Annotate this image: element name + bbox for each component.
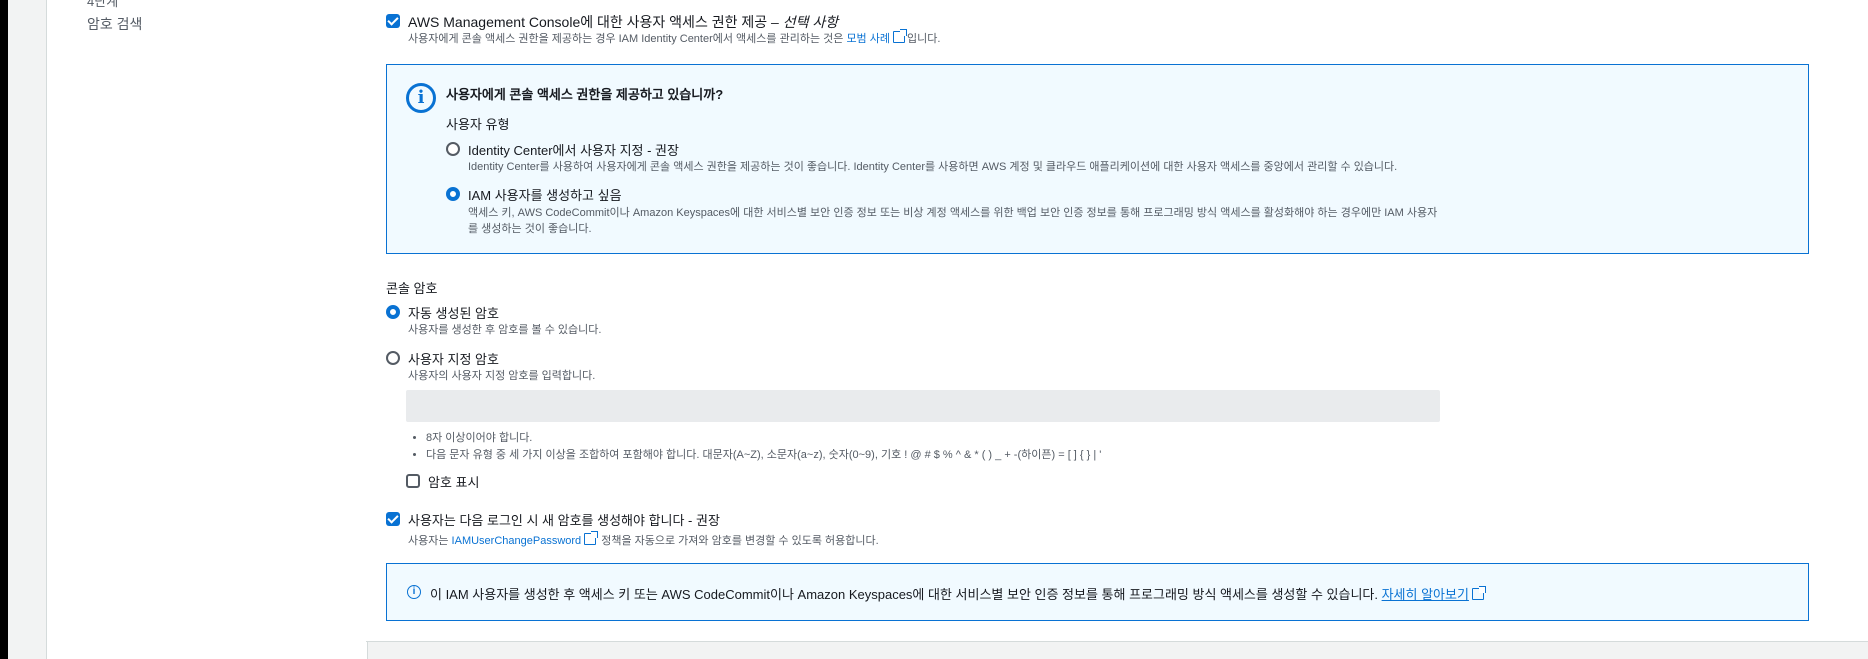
auto-password-desc: 사용자를 생성한 후 암호를 볼 수 있습니다. (408, 324, 602, 336)
window-edge (0, 0, 8, 659)
info-icon: i (406, 83, 436, 113)
external-link-icon (892, 29, 907, 43)
best-practice-link-text: 모범 사례 (846, 33, 890, 45)
password-rule: 다음 문자 유형 중 세 가지 이상을 조합하여 포함해야 합니다. 대문자(A… (426, 447, 1101, 464)
external-link-icon (1471, 586, 1486, 600)
custom-password-radio[interactable] (386, 351, 400, 365)
user-type-label: 사용자 유형 (446, 117, 510, 132)
learn-more-link[interactable]: 자세히 알아보기 (1381, 586, 1486, 602)
console-access-checkbox[interactable] (386, 14, 400, 28)
info-icon: i (407, 585, 421, 599)
iam-user-change-password-link-text: IAMUserChangePassword (451, 535, 582, 547)
iam-user-radio[interactable] (446, 187, 460, 201)
console-access-desc-post: 입니다. (906, 33, 941, 45)
console-access-desc-pre: 사용자에게 콘솔 액세스 권한을 제공하는 경우 IAM Identity Ce… (408, 33, 847, 45)
password-rule: 8자 이상이어야 합니다. (426, 430, 1101, 447)
console-access-label-text: AWS Management Console에 대한 사용자 액세스 권한 제공 (408, 14, 768, 30)
external-link-icon (584, 531, 599, 545)
password-rules-list: 8자 이상이어야 합니다. 다음 문자 유형 중 세 가지 이상을 조합하여 포… (406, 430, 1101, 464)
reset-password-desc-post: 정책을 자동으로 가져와 암호를 변경할 수 있도록 허용합니다. (598, 535, 879, 547)
learn-more-link-text: 자세히 알아보기 (1381, 587, 1469, 602)
iam-user-option-label[interactable]: IAM 사용자를 생성하고 싶음 (468, 185, 622, 204)
sidebar-gutter (8, 0, 46, 659)
custom-password-desc: 사용자의 사용자 지정 암호를 입력합니다. (408, 370, 596, 382)
iam-user-change-password-link[interactable]: IAMUserChangePassword (451, 531, 599, 547)
reset-password-checkbox[interactable] (386, 512, 400, 526)
best-practice-link[interactable]: 모범 사례 (846, 29, 907, 45)
console-access-label[interactable]: AWS Management Console에 대한 사용자 액세스 권한 제공… (408, 12, 838, 32)
optional-suffix: – 선택 사항 (767, 14, 839, 30)
sidebar-step-review[interactable]: 암호 검색 (87, 14, 142, 34)
notice-text-body: 이 IAM 사용자를 생성한 후 액세스 키 또는 AWS CodeCommit… (430, 587, 1382, 602)
reset-password-label[interactable]: 사용자는 다음 로그인 시 새 암호를 생성해야 합니다 - 권장 (408, 510, 720, 529)
console-password-label: 콘솔 암호 (386, 281, 438, 296)
reset-password-desc-pre: 사용자는 (408, 535, 452, 547)
console-access-desc: 사용자에게 콘솔 액세스 권한을 제공하는 경우 IAM Identity Ce… (408, 29, 941, 47)
show-password-label[interactable]: 암호 표시 (428, 472, 479, 491)
identity-center-option-label[interactable]: Identity Center에서 사용자 지정 - 권장 (468, 140, 679, 159)
show-password-checkbox[interactable] (406, 474, 420, 488)
sidebar-panel: 4단계 암호 검색 (46, 0, 368, 659)
custom-password-label[interactable]: 사용자 지정 암호 (408, 349, 499, 368)
notice-text: 이 IAM 사용자를 생성한 후 액세스 키 또는 AWS CodeCommit… (430, 584, 1486, 603)
reset-password-desc: 사용자는 IAMUserChangePassword 정책을 자동으로 가져와 … (408, 531, 879, 549)
identity-center-option-desc: Identity Center를 사용하여 사용자에게 콘솔 액세스 권한을 제… (468, 161, 1398, 173)
iam-user-option-desc: 액세스 키, AWS CodeCommit이나 Amazon Keyspaces… (468, 207, 1438, 235)
info-question: 사용자에게 콘솔 액세스 권한을 제공하고 있습니까? (446, 87, 724, 102)
auto-password-label[interactable]: 자동 생성된 암호 (408, 303, 499, 322)
sidebar-step-item[interactable]: 4단계 (87, 0, 118, 10)
auto-password-radio[interactable] (386, 305, 400, 319)
custom-password-input[interactable] (406, 390, 1440, 422)
identity-center-radio[interactable] (446, 142, 460, 156)
